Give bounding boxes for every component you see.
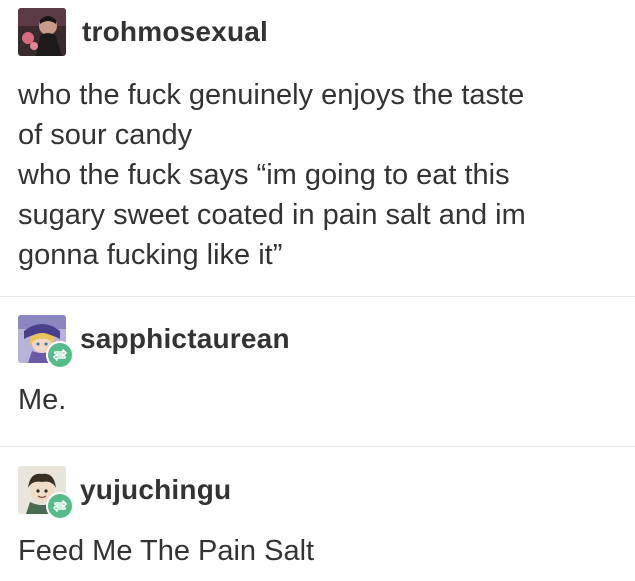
- post-body: Feed Me The Pain Salt: [18, 531, 617, 571]
- post-body-line: gonna fucking like it”: [18, 239, 283, 271]
- post-trohmosexual: trohmosexual who the fuck genuinely enjo…: [0, 0, 635, 296]
- username[interactable]: trohmosexual: [82, 16, 268, 48]
- reblog-icon: [46, 341, 74, 369]
- post-body-line: sugary sweet coated in pain salt and im: [18, 199, 526, 231]
- post-header: trohmosexual: [18, 7, 617, 57]
- reblog-icon: [46, 492, 74, 520]
- avatar[interactable]: [18, 315, 74, 369]
- avatar[interactable]: [18, 8, 66, 56]
- post-yujuchingu: yujuchingu Feed Me The Pain Salt: [0, 446, 635, 580]
- post-body-line: who the fuck genuinely enjoys the taste: [18, 79, 525, 111]
- post-body: who the fuck genuinely enjoys the taste …: [18, 75, 617, 275]
- avatar[interactable]: [18, 466, 74, 520]
- username[interactable]: yujuchingu: [80, 474, 231, 506]
- username[interactable]: sapphictaurean: [80, 323, 290, 355]
- post-body-line: who the fuck says “im going to eat this: [18, 159, 510, 191]
- post-body-line: Me.: [18, 384, 67, 416]
- post-header: sapphictaurean: [18, 314, 617, 369]
- post-sapphictaurean: sapphictaurean Me.: [0, 296, 635, 446]
- post-body-line: of sour candy: [18, 119, 193, 151]
- post-header: yujuchingu: [18, 465, 617, 520]
- post-body-line: Feed Me The Pain Salt: [18, 535, 315, 567]
- post-body: Me.: [18, 380, 617, 420]
- dark-figure-avatar-icon: [18, 8, 66, 56]
